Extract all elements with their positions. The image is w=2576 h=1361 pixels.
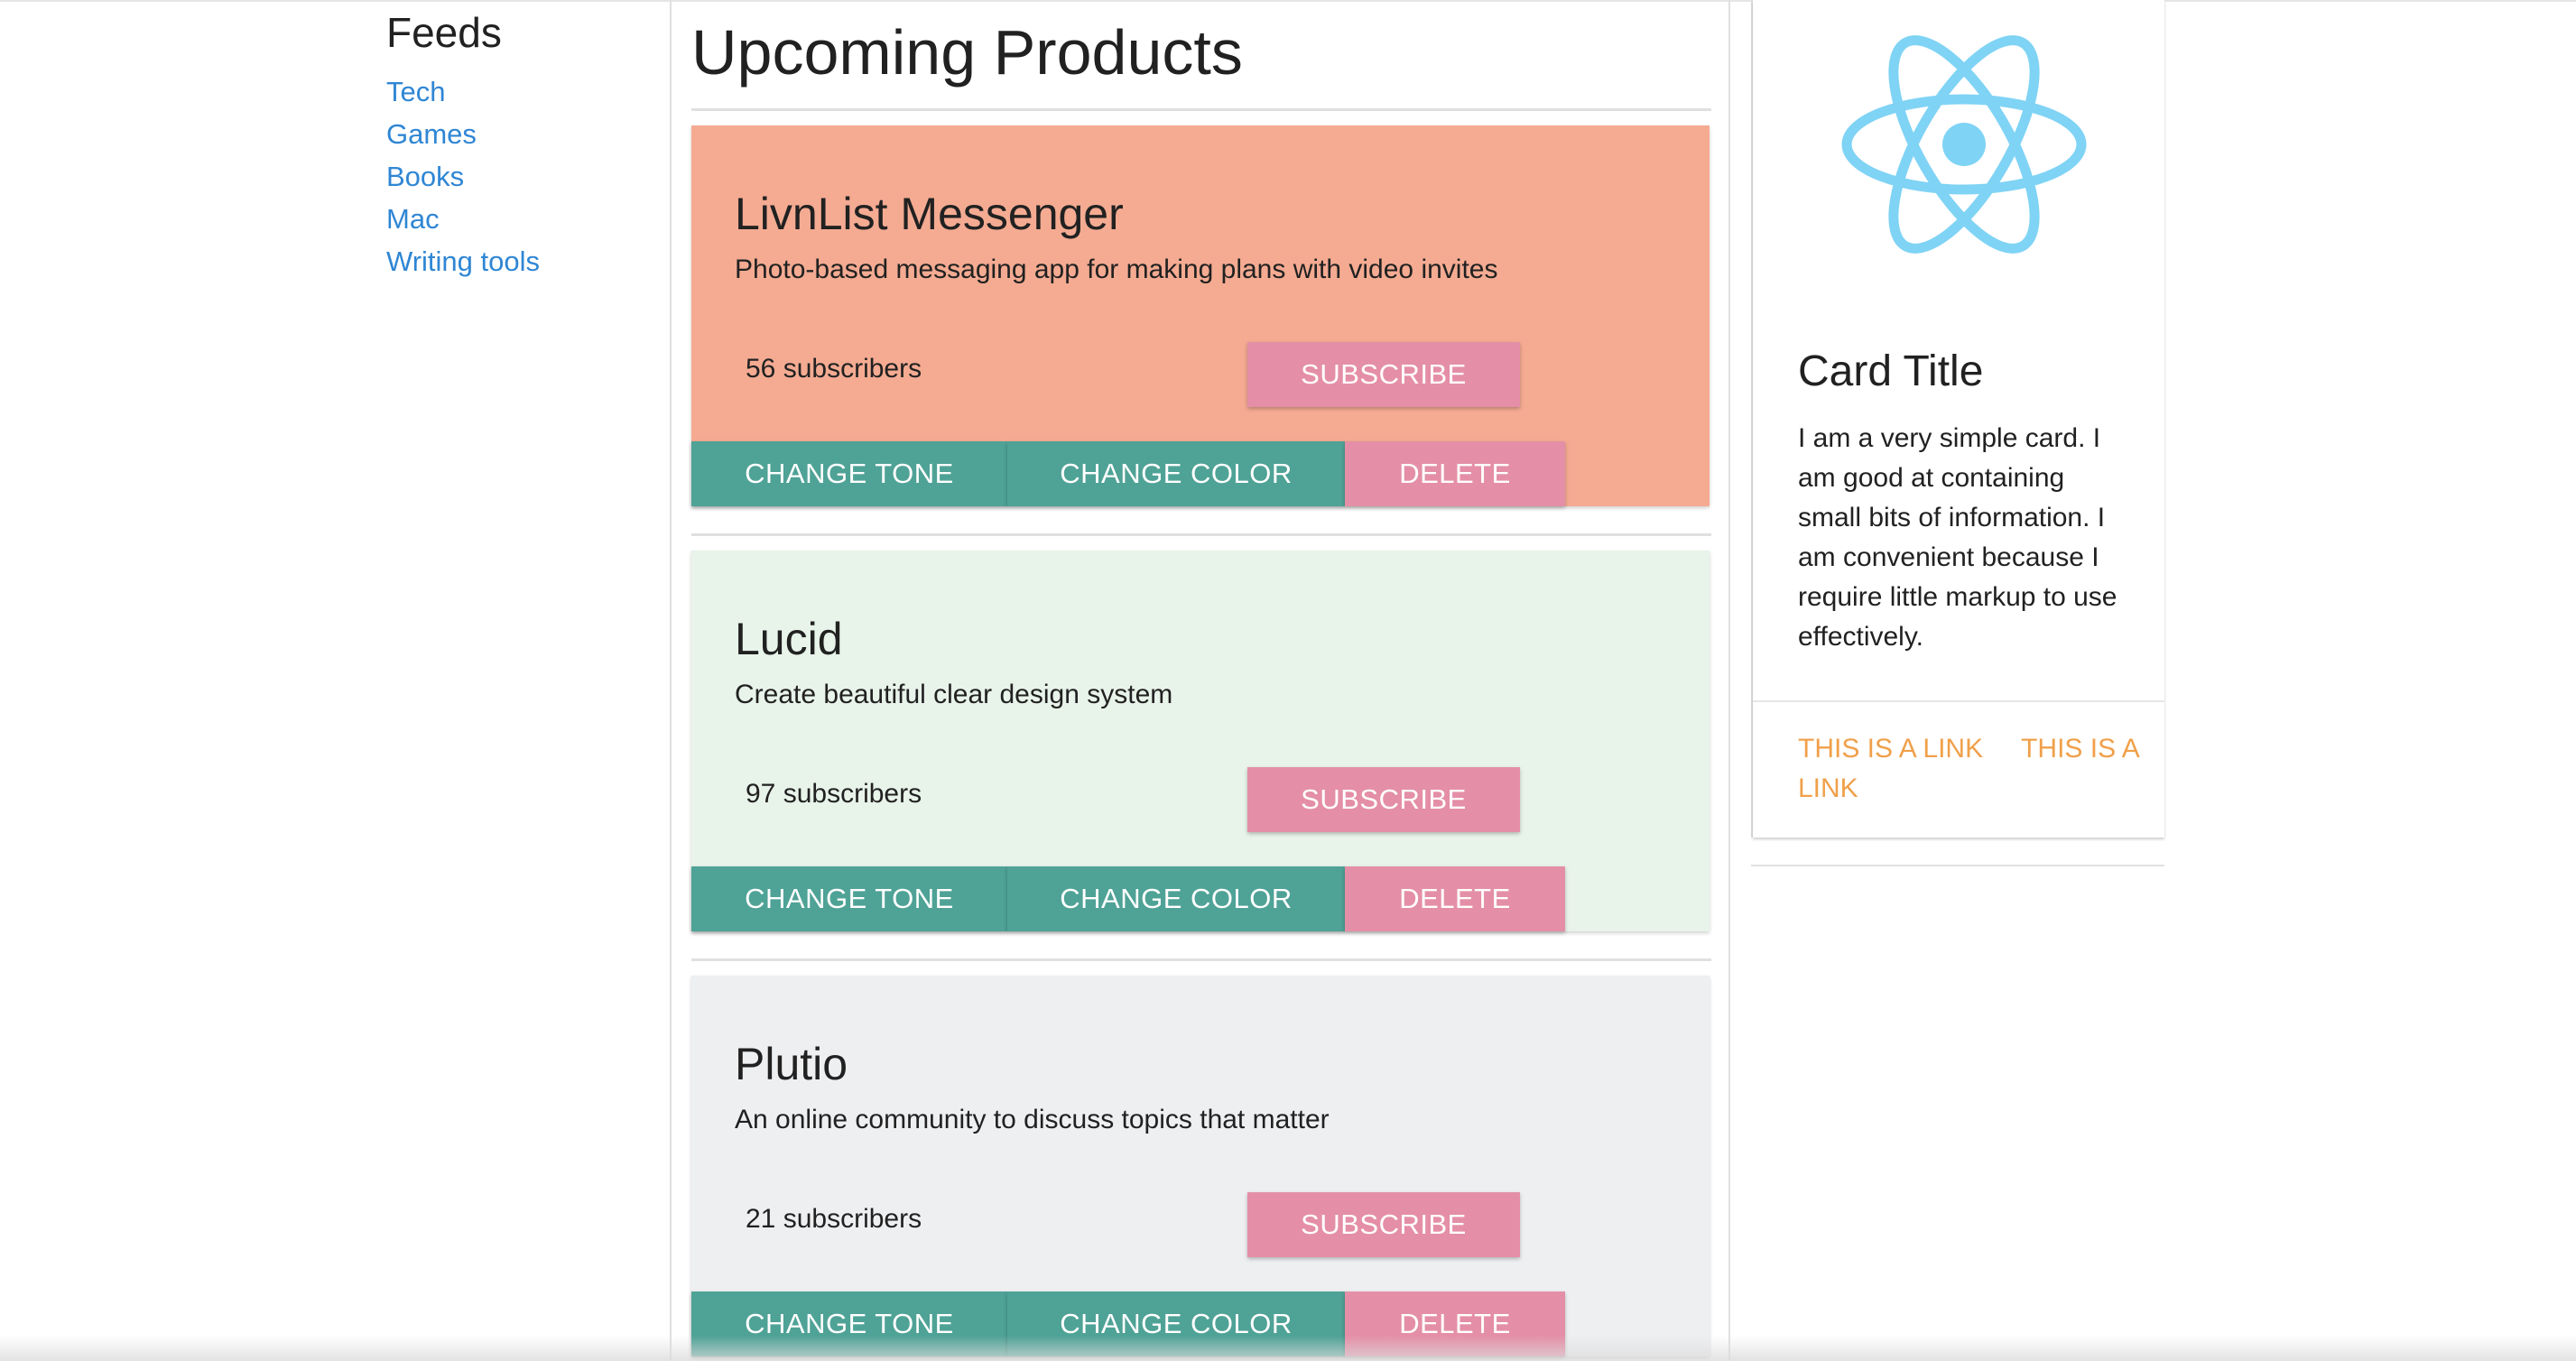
- product-card: LivnList Messenger Photo-based messaging…: [691, 125, 1710, 506]
- subscribe-button[interactable]: SUBSCRIBE: [1247, 767, 1520, 832]
- feed-link-books[interactable]: Books: [386, 155, 648, 198]
- subscriber-count: 56 subscribers: [746, 354, 922, 384]
- feed-link-tech[interactable]: Tech: [386, 70, 648, 113]
- card-link[interactable]: This is a link: [1798, 734, 1983, 764]
- change-color-button[interactable]: CHANGE COLOR: [1007, 441, 1345, 506]
- card-title: Card Title: [1798, 347, 1984, 395]
- change-tone-button[interactable]: CHANGE TONE: [691, 866, 1007, 931]
- products-main: Upcoming Products LivnList Messenger Pho…: [691, 0, 1711, 1356]
- main-column-left-border: [670, 0, 672, 1361]
- card-body-text: I am a very simple card. I am good at co…: [1798, 423, 2117, 652]
- product-name: Plutio: [735, 1039, 848, 1089]
- card-divider: [691, 958, 1711, 961]
- subscriber-count: 97 subscribers: [746, 779, 922, 809]
- card-divider: [691, 533, 1711, 536]
- product-description: An online community to discuss topics th…: [735, 1105, 1330, 1134]
- delete-button[interactable]: DELETE: [1345, 441, 1565, 506]
- product-description: Create beautiful clear design system: [735, 680, 1173, 709]
- product-name: LivnList Messenger: [735, 189, 1124, 239]
- title-divider: [691, 108, 1711, 111]
- feed-link-games[interactable]: Games: [386, 113, 648, 155]
- react-logo-icon: [1841, 35, 2087, 254]
- card-action-divider: [1753, 700, 2164, 702]
- feeds-title: Feeds: [386, 9, 502, 56]
- page-title: Upcoming Products: [691, 17, 1243, 88]
- feed-link-mac[interactable]: Mac: [386, 198, 648, 240]
- bottom-scroll-fade: [0, 1336, 2576, 1361]
- delete-button[interactable]: DELETE: [1345, 866, 1565, 931]
- change-color-button[interactable]: CHANGE COLOR: [1007, 866, 1345, 931]
- subscribe-button[interactable]: SUBSCRIBE: [1247, 1192, 1520, 1257]
- card-actions: This is a link This is a link: [1798, 729, 2141, 809]
- product-description: Photo-based messaging app for making pla…: [735, 255, 1498, 284]
- feeds-sidebar: Feeds Tech Games Books Mac Writing tools: [386, 7, 648, 282]
- page: Feeds Tech Games Books Mac Writing tools…: [0, 0, 2576, 1361]
- info-card-body: Card Title I am a very simple card. I am…: [1753, 0, 2164, 838]
- subscriber-count: 21 subscribers: [746, 1204, 922, 1234]
- info-card-bottom-border: [1751, 865, 2164, 866]
- product-card: Lucid Create beautiful clear design syst…: [691, 551, 1710, 931]
- main-column-right-border: [1728, 0, 1730, 1361]
- subscribe-button[interactable]: SUBSCRIBE: [1247, 342, 1520, 407]
- feed-link-writing-tools[interactable]: Writing tools: [386, 240, 648, 282]
- product-card: Plutio An online community to discuss to…: [691, 976, 1710, 1356]
- product-name: Lucid: [735, 614, 843, 664]
- info-card: Card Title I am a very simple card. I am…: [1751, 0, 2164, 838]
- change-tone-button[interactable]: CHANGE TONE: [691, 441, 1007, 506]
